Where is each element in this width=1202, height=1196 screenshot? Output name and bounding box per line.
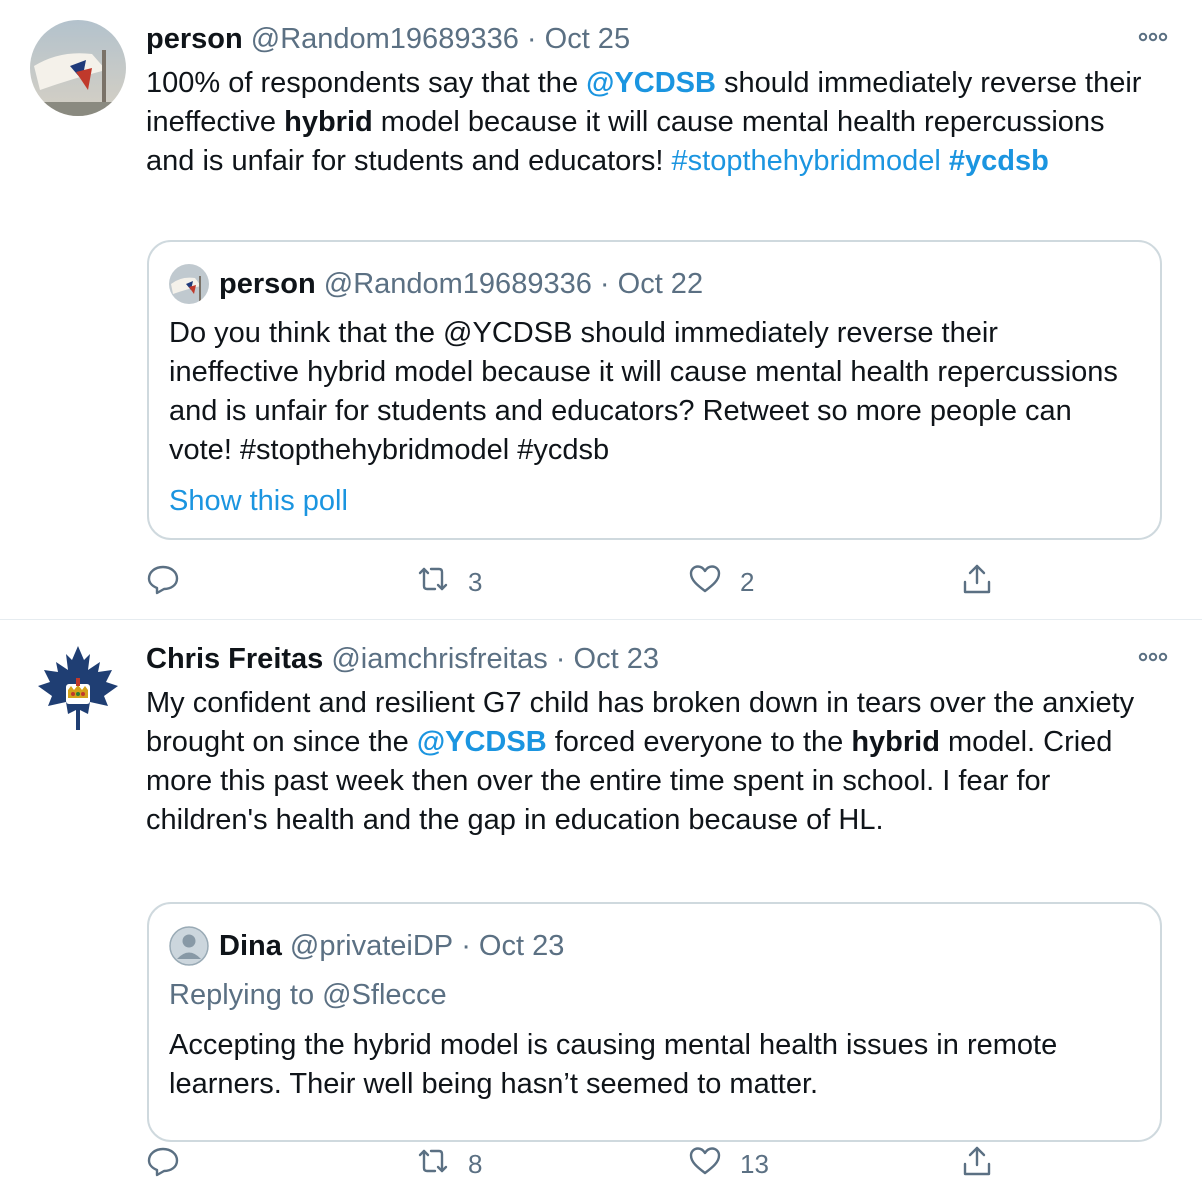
text-segment: forced everyone to the (546, 726, 852, 758)
like-count: 2 (740, 566, 755, 597)
reply-icon (146, 1144, 180, 1185)
retweet-button[interactable]: 3 (416, 560, 482, 604)
avatar[interactable] (30, 20, 126, 116)
tweet-text: My confident and resilient G7 child has … (146, 684, 1146, 840)
default-avatar-icon (169, 926, 209, 966)
tweet-actions: 8 13 (146, 1142, 1006, 1186)
quoted-tweet-date: Oct 23 (478, 930, 565, 962)
quoted-tweet-date: Oct 22 (617, 268, 704, 300)
retweet-count: 8 (468, 1148, 483, 1179)
tweet-date[interactable]: Oct 25 (545, 23, 630, 55)
reply-icon (146, 562, 180, 603)
retweet-icon (416, 1144, 450, 1185)
separator-dot: · (599, 268, 610, 300)
reply-button[interactable] (146, 560, 198, 604)
like-count: 13 (740, 1148, 769, 1179)
quoted-tweet-text: Accepting the hybrid model is causing me… (169, 1029, 1058, 1100)
avatar (169, 264, 209, 304)
hashtag-link[interactable]: #stopthehybridmodel (672, 145, 941, 177)
separator-dot: · (526, 23, 537, 55)
share-button[interactable] (960, 560, 994, 604)
more-icon[interactable] (1136, 22, 1170, 52)
share-icon (960, 562, 994, 603)
tweet[interactable]: person @Random19689336 · Oct 25 100% of … (0, 0, 1202, 620)
retweet-button[interactable]: 8 (416, 1142, 482, 1186)
quoted-tweet[interactable]: Dina @privateiDP · Oct 23 Replying to @S… (147, 902, 1162, 1142)
text-segment: 100% of respondents say that the (146, 67, 587, 99)
author-name[interactable]: Chris Freitas (146, 643, 323, 675)
like-button[interactable]: 2 (688, 560, 754, 604)
quoted-author-name: Dina (219, 930, 282, 962)
quoted-tweet[interactable]: person @Random19689336 · Oct 22 Do you t… (147, 240, 1162, 540)
tweet-header: person @Random19689336 · Oct 25 (146, 20, 630, 58)
share-icon (960, 1144, 994, 1185)
like-icon (688, 1144, 722, 1185)
quoted-author-handle: @Random19689336 (323, 268, 592, 300)
hashtag-link[interactable]: #ycdsb (949, 145, 1049, 177)
separator-dot: · (555, 643, 566, 675)
mention-link[interactable]: @YCDSB (417, 726, 547, 758)
show-poll-link[interactable]: Show this poll (169, 482, 348, 520)
tweet-header: Chris Freitas @iamchrisfreitas · Oct 23 (146, 640, 659, 678)
reply-button[interactable] (146, 1142, 198, 1186)
author-name[interactable]: person (146, 23, 243, 55)
text-segment (941, 145, 949, 177)
separator-dot: · (461, 930, 471, 962)
author-handle[interactable]: @iamchrisfreitas (331, 643, 547, 675)
author-handle[interactable]: @Random19689336 (251, 23, 519, 55)
maple-leaf-avatar-icon[interactable] (30, 640, 126, 736)
more-icon[interactable] (1136, 642, 1170, 672)
like-icon (688, 562, 722, 603)
share-button[interactable] (960, 1142, 994, 1186)
tweet-actions: 3 2 (146, 560, 1006, 604)
retweet-count: 3 (468, 566, 483, 597)
like-button[interactable]: 13 (688, 1142, 769, 1186)
quoted-author-handle: @privateiDP (289, 930, 454, 962)
bold-keyword: hybrid (851, 726, 940, 758)
quoted-tweet-text: Do you think that the @YCDSB should imme… (169, 317, 1118, 466)
mention-link[interactable]: @YCDSB (586, 67, 716, 99)
tweet[interactable]: Chris Freitas @iamchrisfreitas · Oct 23 … (0, 620, 1202, 1196)
tweet-text: 100% of respondents say that the @YCDSB … (146, 64, 1146, 181)
quoted-tweet-header: Dina @privateiDP · Oct 23 (169, 926, 564, 966)
quoted-tweet-header: person @Random19689336 · Oct 22 (169, 264, 703, 304)
quoted-author-name: person (219, 268, 316, 300)
bold-keyword: hybrid (284, 106, 373, 138)
replying-to: Replying to @Sflecce (169, 979, 447, 1011)
retweet-icon (416, 562, 450, 603)
tweet-date[interactable]: Oct 23 (574, 643, 659, 675)
